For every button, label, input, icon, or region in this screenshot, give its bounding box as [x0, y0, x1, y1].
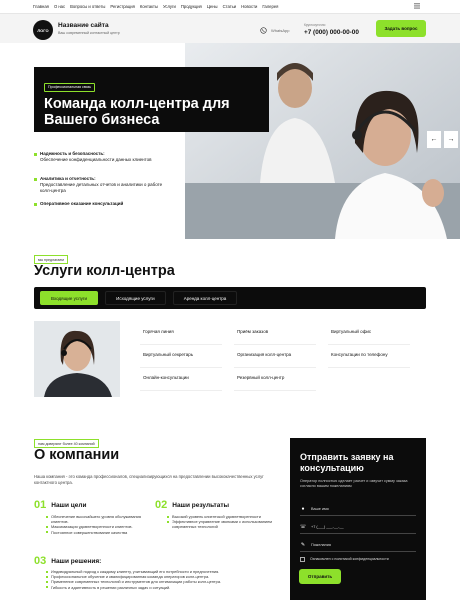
- about-paragraph: Наша компания - это команда профессионал…: [34, 474, 264, 485]
- phone-field[interactable]: ☏ +7 (___) ___-__-__: [300, 520, 416, 534]
- services-photo: [34, 321, 120, 397]
- nav-products[interactable]: Продукция: [181, 4, 202, 9]
- feature-title: Оперативное оказание консультаций: [40, 201, 124, 206]
- phone-value: +7 (___) ___-__-__: [311, 524, 344, 529]
- logo[interactable]: ЛОГО: [33, 20, 53, 40]
- service-item[interactable]: Резервный колл-центр: [234, 369, 316, 391]
- form-title: Отправить заявку на консультацию: [300, 452, 394, 473]
- tab-outgoing[interactable]: Исходящие услуги: [105, 291, 166, 305]
- next-slide-button[interactable]: →: [444, 131, 458, 148]
- results-block: 02 Наши результаты Высокий уровень клиен…: [155, 499, 280, 530]
- service-item[interactable]: Виртуальный офис: [328, 323, 410, 345]
- service-item[interactable]: Горячая линия: [140, 323, 222, 345]
- site-description: Ваш современный контактный центр: [58, 31, 120, 35]
- service-label: Приём заказов: [237, 329, 269, 334]
- nav-services[interactable]: Услуги: [163, 4, 176, 9]
- tab-rent[interactable]: Аренда колл-центра: [172, 291, 238, 305]
- services-title: Услуги колл-центра: [34, 263, 175, 279]
- service-item[interactable]: Консультации по телефону: [328, 346, 410, 368]
- goals-block: 01 Наши цели Обеспечение высочайшего уро…: [34, 499, 149, 535]
- whatsapp-icon[interactable]: [260, 27, 267, 34]
- feature-text: Обеспечение конфиденциальности данных кл…: [40, 157, 152, 162]
- results-title: Наши результаты: [172, 501, 230, 509]
- prev-slide-button[interactable]: ←: [427, 131, 441, 148]
- nav-home[interactable]: Главная: [33, 4, 49, 9]
- feature-item: Надежность и безопасность: Обеспечение ко…: [34, 151, 169, 163]
- menu-icon[interactable]: [414, 3, 420, 9]
- phone-caption: Круглосуточно: [304, 23, 326, 27]
- site-name: Название сайта: [58, 22, 109, 29]
- feature-title: Аналитика и отчетность:: [40, 176, 96, 181]
- nav-articles[interactable]: Статьи: [223, 4, 237, 9]
- nav-register[interactable]: Регистрация: [110, 4, 134, 9]
- goals-number: 01: [34, 499, 47, 511]
- service-item[interactable]: Виртуальный секретарь: [140, 346, 222, 368]
- service-item[interactable]: Приём заказов: [234, 323, 316, 345]
- form-description: Оператор полностью сделает расчет и озву…: [300, 479, 408, 488]
- feature-text: Предоставление детальных отчетов и анали…: [40, 182, 163, 193]
- list-item: Гибкость и адаптивность в решении различ…: [46, 585, 284, 590]
- about-title: О компании: [34, 447, 120, 463]
- name-placeholder: Ваше имя: [311, 506, 329, 511]
- comment-field[interactable]: ✎ Пожелания: [300, 538, 416, 552]
- comment-placeholder: Пожелания: [311, 542, 331, 547]
- agree-checkbox-row[interactable]: Ознакомлен с политикой конфиденциальност…: [300, 552, 416, 566]
- service-item[interactable]: Организация колл-центра: [234, 346, 316, 368]
- feature-item: Оперативное оказание консультаций: [34, 201, 169, 207]
- bullet-icon: [34, 153, 37, 156]
- solutions-title: Наши решения:: [51, 557, 102, 565]
- service-label: Организация колл-центра: [237, 352, 292, 357]
- agree-label: Ознакомлен с политикой конфиденциальност…: [310, 557, 389, 561]
- top-nav: Главная О нас Вопросы и ответы Регистрац…: [0, 0, 460, 13]
- feature-title: Надежность и безопасность:: [40, 151, 105, 156]
- operator-illustration: [34, 321, 120, 397]
- hero-box: Профессиональная связь Команда колл-цент…: [34, 67, 269, 132]
- service-label: Онлайн-консультации: [143, 375, 189, 380]
- nav-news[interactable]: Новости: [241, 4, 257, 9]
- service-label: Горячая линия: [143, 329, 174, 334]
- services-tabs: Входящие услуги Исходящие услуги Аренда …: [34, 287, 426, 309]
- bullet-icon: [34, 203, 37, 206]
- nav-contacts[interactable]: Контакты: [140, 4, 158, 9]
- nav-about[interactable]: О нас: [54, 4, 65, 9]
- name-field[interactable]: ● Ваше имя: [300, 502, 416, 516]
- arrow-left-icon: ←: [430, 136, 438, 143]
- service-label: Консультации по телефону: [331, 352, 388, 357]
- nav-prices[interactable]: Цены: [207, 4, 218, 9]
- tab-incoming[interactable]: Входящие услуги: [40, 291, 99, 305]
- results-number: 02: [155, 499, 168, 511]
- service-label: Виртуальный секретарь: [143, 352, 194, 357]
- service-label: Виртуальный офис: [331, 329, 372, 334]
- bullet-icon: [34, 178, 37, 181]
- agree-checkbox[interactable]: [300, 556, 305, 562]
- whatsapp-label[interactable]: WhatsApp: [271, 28, 289, 33]
- solutions-number: 03: [34, 555, 47, 567]
- hero-tag: Профессиональная связь: [44, 82, 96, 92]
- user-icon: ●: [301, 505, 305, 512]
- feature-item: Аналитика и отчетность: Предоставление де…: [34, 176, 169, 194]
- edit-icon: ✎: [300, 541, 306, 548]
- phone-icon: ☏: [299, 523, 307, 530]
- nav-faq[interactable]: Вопросы и ответы: [70, 4, 105, 9]
- list-item: Обеспечение высочайшего уровня обслужива…: [46, 514, 149, 524]
- service-label: Резервный колл-центр: [237, 375, 285, 380]
- solutions-block: 03 Наши решения: Индивидуальный подход к…: [34, 555, 284, 590]
- list-item: Постоянное совершенствование качества: [46, 530, 149, 535]
- phone-number[interactable]: +7 (000) 000-00-00: [304, 29, 359, 36]
- ask-question-button[interactable]: Задать вопрос: [376, 20, 426, 37]
- submit-button[interactable]: Отправить: [299, 569, 341, 584]
- goals-title: Наши цели: [51, 501, 87, 509]
- list-item: Эффективное управление звонками с исполь…: [167, 519, 280, 529]
- service-item[interactable]: Онлайн-консультации: [140, 369, 222, 391]
- nav-gallery[interactable]: Галерея: [262, 4, 278, 9]
- hero-title: Команда колл-центра для Вашего бизнеса: [44, 96, 230, 128]
- arrow-right-icon: →: [447, 136, 455, 143]
- site-header: ЛОГО Название сайта Ваш современный конт…: [0, 13, 460, 43]
